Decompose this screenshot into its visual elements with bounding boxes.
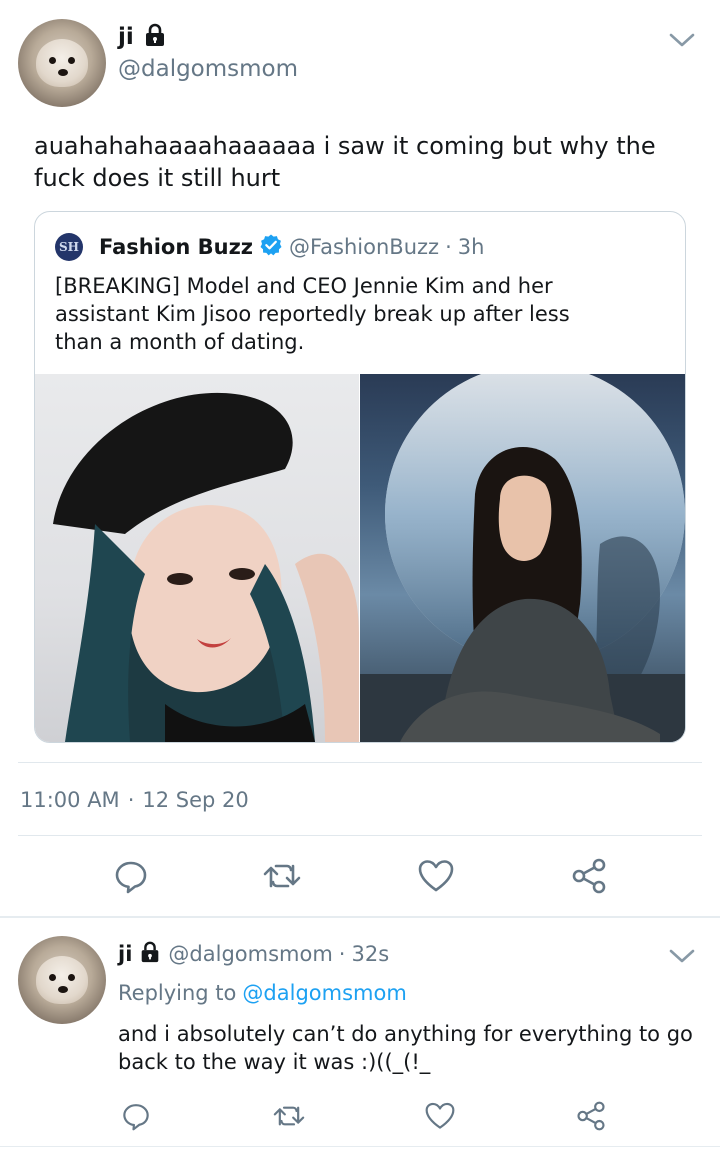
tweet-date[interactable]: 12 Sep 20 [142, 788, 248, 812]
quoted-photo-left[interactable] [35, 374, 359, 742]
quoted-text: [BREAKING] Model and CEO Jennie Kim and … [55, 274, 570, 354]
like-icon[interactable] [424, 1101, 456, 1131]
reply-text: and i absolutely can’t do anything for e… [118, 1022, 693, 1074]
section-divider [0, 916, 720, 918]
quoted-avatar-logo: SH [58, 240, 79, 254]
chevron-down-icon[interactable] [668, 30, 696, 54]
divider [18, 762, 702, 763]
divider [18, 835, 702, 836]
quoted-handle: @FashionBuzz [289, 235, 440, 259]
bottom-divider [0, 1146, 720, 1147]
reply-display-name[interactable]: ji [118, 942, 132, 966]
quoted-tweet-card[interactable]: SH Fashion Buzz @FashionBuzz · 3h [BREAK… [34, 211, 686, 743]
tweet-text: auahahahaaaahaaaaaa i saw it coming but … [34, 132, 656, 192]
reply-handle[interactable]: @dalgomsmom [168, 942, 332, 966]
display-name[interactable]: ji [118, 24, 134, 50]
replying-to: Replying to @dalgomsmom [118, 981, 407, 1005]
replying-to-link[interactable]: @dalgomsmom [242, 981, 406, 1005]
avatar[interactable] [18, 19, 106, 107]
verified-badge-icon [259, 233, 283, 261]
reply-chevron-down-icon[interactable] [668, 946, 696, 970]
retweet-icon[interactable] [272, 1101, 306, 1131]
reply-age: 32s [351, 942, 390, 966]
retweet-icon[interactable] [262, 858, 302, 894]
like-icon[interactable] [417, 858, 455, 894]
quoted-separator: · [445, 235, 452, 259]
avatar-dog-image [36, 39, 88, 87]
quoted-age: 3h [457, 235, 485, 259]
handle[interactable]: @dalgomsmom [118, 56, 298, 82]
reply-icon[interactable] [113, 858, 149, 894]
timestamp-separator: · [127, 788, 135, 812]
replying-to-label: Replying to [118, 981, 237, 1005]
share-icon[interactable] [570, 858, 608, 894]
reply-separator: · [338, 942, 346, 966]
avatar-dog-image [36, 956, 88, 1004]
quoted-photo-right[interactable] [360, 374, 685, 742]
reply-avatar[interactable] [18, 936, 106, 1024]
quoted-display-name: Fashion Buzz [99, 235, 254, 259]
reply-icon[interactable] [121, 1101, 151, 1131]
tweet-timestamp[interactable]: 11:00 AM [20, 788, 120, 812]
lock-icon [138, 940, 162, 968]
lock-icon [142, 22, 168, 52]
quoted-avatar: SH [55, 233, 83, 261]
share-icon[interactable] [575, 1101, 607, 1131]
